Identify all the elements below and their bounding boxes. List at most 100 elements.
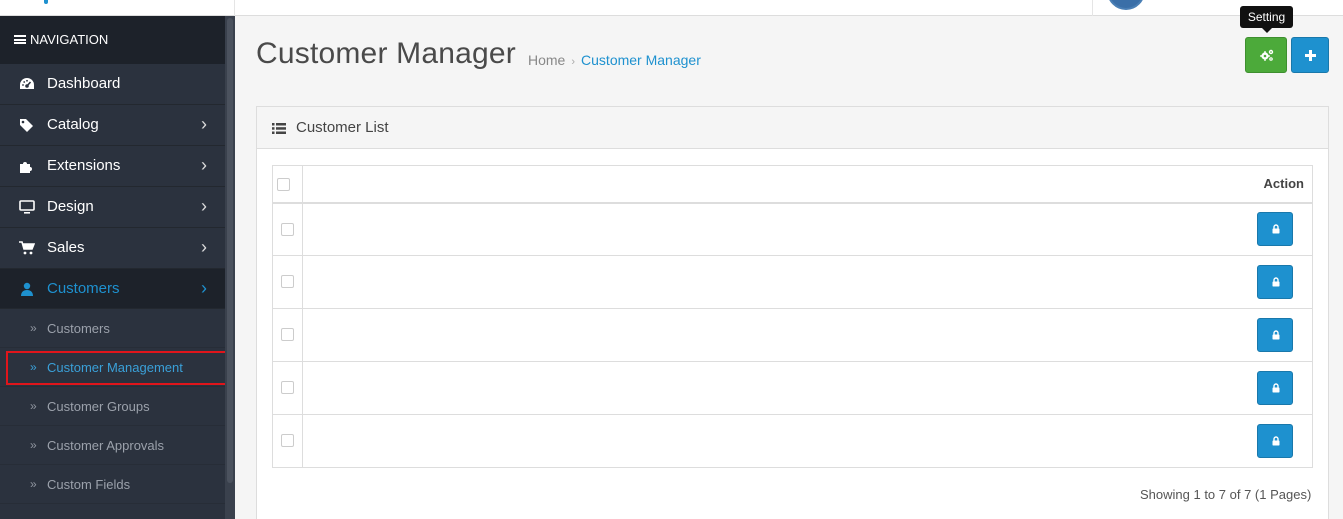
setting-tooltip: Setting — [1240, 6, 1293, 33]
sidebar-item-label: Extensions — [47, 157, 121, 174]
lock-icon — [1272, 277, 1280, 287]
lock-button[interactable] — [1257, 212, 1294, 247]
tags-icon — [19, 118, 35, 132]
row-checkbox[interactable] — [281, 222, 294, 236]
table-row — [272, 255, 1313, 309]
dashboard-icon — [19, 77, 35, 91]
chevron-right-icon: › — [201, 278, 207, 298]
sidebar-subitem-label: Customer Approvals — [47, 438, 165, 453]
double-chevron-icon: » — [30, 438, 37, 452]
row-spacer-cell — [302, 308, 1239, 362]
page-title: Customer Manager — [256, 37, 516, 70]
chevron-right-icon: › — [201, 114, 207, 134]
double-chevron-icon: » — [30, 399, 37, 413]
table-row — [272, 414, 1313, 468]
customer-list-panel: Customer List Action — [256, 106, 1329, 519]
select-all-checkbox[interactable] — [277, 178, 290, 192]
top-header — [0, 0, 1343, 16]
row-checkbox-cell — [272, 202, 303, 256]
lock-icon — [1272, 436, 1280, 446]
row-action-cell — [1238, 361, 1313, 415]
setting-button[interactable] — [1245, 37, 1287, 73]
table-row — [272, 361, 1313, 415]
nav-heading-label: NAVIGATION — [30, 32, 109, 47]
lock-button[interactable] — [1257, 318, 1294, 352]
panel-title: Customer List — [296, 119, 389, 136]
cogs-icon — [1260, 49, 1274, 61]
lock-button[interactable] — [1257, 371, 1294, 405]
sidebar-item-catalog[interactable]: Catalog › — [0, 105, 225, 146]
sidebar-item-label: Sales — [47, 239, 85, 256]
sidebar-subitem-label: Customer Groups — [47, 399, 150, 414]
lock-icon — [1272, 383, 1280, 393]
shopping-cart-icon — [19, 241, 36, 255]
bars-icon — [14, 35, 26, 44]
add-new-button[interactable] — [1291, 37, 1329, 73]
lock-button[interactable] — [1257, 265, 1294, 299]
sidebar-subitem-custom-fields[interactable]: » Custom Fields — [0, 465, 225, 504]
row-action-cell — [1238, 202, 1313, 256]
double-chevron-icon: » — [30, 321, 37, 335]
sidebar-subitem-customer-groups[interactable]: » Customer Groups — [0, 387, 225, 426]
double-chevron-icon: » — [30, 477, 37, 491]
nav-heading: NAVIGATION — [0, 16, 225, 64]
select-all-cell — [272, 165, 303, 204]
column-header-spacer — [302, 165, 1239, 204]
row-spacer-cell — [302, 414, 1239, 468]
breadcrumb: Home › Customer Manager — [528, 52, 701, 68]
sidebar-item-label: Dashboard — [47, 75, 121, 92]
sidebar-subitem-label: Customers — [47, 321, 110, 336]
sidebar: NAVIGATION Dashboard Catalog › Extension… — [0, 16, 235, 519]
sidebar-item-extensions[interactable]: Extensions › — [0, 146, 225, 187]
user-icon — [19, 282, 35, 296]
chevron-right-icon: › — [201, 196, 207, 216]
sidebar-item-design[interactable]: Design › — [0, 187, 225, 228]
row-spacer-cell — [302, 202, 1239, 256]
row-action-cell — [1238, 414, 1313, 468]
row-checkbox[interactable] — [281, 434, 294, 448]
pagination-info: Showing 1 to 7 of 7 (1 Pages) — [1140, 487, 1312, 502]
row-action-cell — [1238, 308, 1313, 362]
list-icon — [272, 123, 286, 134]
sidebar-item-label: Design — [47, 198, 94, 215]
breadcrumb-home[interactable]: Home — [528, 52, 565, 68]
breadcrumb-separator: › — [571, 56, 576, 68]
lock-icon — [1272, 224, 1280, 234]
row-checkbox-cell — [272, 361, 303, 415]
table-row — [272, 202, 1313, 256]
row-spacer-cell — [302, 361, 1239, 415]
sidebar-item-label: Catalog — [47, 116, 99, 133]
table-row — [272, 308, 1313, 362]
row-checkbox-cell — [272, 255, 303, 309]
sidebar-item-sales[interactable]: Sales › — [0, 228, 225, 269]
row-checkbox[interactable] — [281, 275, 294, 289]
puzzle-icon — [19, 159, 35, 173]
breadcrumb-current[interactable]: Customer Manager — [581, 52, 701, 68]
sidebar-subitem-customers[interactable]: » Customers — [0, 309, 225, 348]
row-checkbox[interactable] — [281, 328, 294, 342]
table-header-row: Action — [272, 165, 1313, 204]
row-checkbox-cell — [272, 414, 303, 468]
avatar[interactable] — [1107, 0, 1145, 10]
row-spacer-cell — [302, 255, 1239, 309]
chevron-right-icon: › — [201, 237, 207, 257]
desktop-icon — [19, 200, 35, 214]
row-checkbox[interactable] — [281, 381, 294, 395]
sidebar-scroll-thumb[interactable] — [227, 18, 233, 483]
user-menu[interactable] — [1092, 0, 1343, 16]
highlight-annotation — [6, 351, 229, 385]
lock-icon — [1272, 330, 1280, 340]
chevron-right-icon: › — [201, 155, 207, 175]
plus-icon — [1305, 50, 1316, 61]
customer-table: Action — [272, 165, 1313, 468]
sidebar-item-customers[interactable]: Customers › — [0, 269, 225, 309]
row-checkbox-cell — [272, 308, 303, 362]
lock-button[interactable] — [1257, 424, 1294, 458]
logo-area[interactable] — [0, 0, 235, 16]
sidebar-item-dashboard[interactable]: Dashboard — [0, 64, 225, 105]
sidebar-subitem-label: Custom Fields — [47, 477, 131, 492]
logo-icon — [44, 0, 48, 4]
panel-heading: Customer List — [257, 107, 1328, 149]
sidebar-item-label: Customers — [47, 280, 120, 297]
sidebar-subitem-customer-approvals[interactable]: » Customer Approvals — [0, 426, 225, 465]
